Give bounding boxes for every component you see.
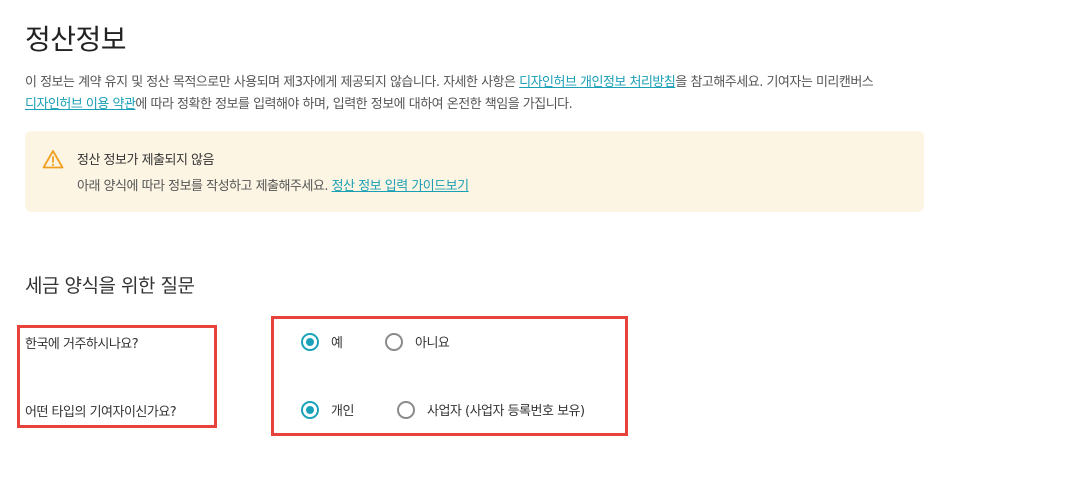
terms-of-use-link[interactable]: 디자인허브 이용 약관 bbox=[25, 97, 136, 112]
page-title: 정산정보 bbox=[25, 23, 127, 56]
settlement-not-submitted-alert: 정산 정보가 제출되지 않음 아래 양식에 따라 정보를 작성하고 제출해주세요… bbox=[25, 131, 924, 212]
privacy-policy-link[interactable]: 디자인허브 개인정보 처리방침 bbox=[519, 75, 676, 90]
highlight-box-answers bbox=[271, 316, 628, 436]
alert-body: 아래 양식에 따라 정보를 작성하고 제출해주세요. 정산 정보 입력 가이드보… bbox=[77, 175, 469, 194]
page-description: 이 정보는 계약 유지 및 정산 목적으로만 사용되며 제3자에게 제공되지 않… bbox=[25, 72, 985, 116]
settlement-guide-link[interactable]: 정산 정보 입력 가이드보기 bbox=[332, 179, 469, 194]
warning-icon bbox=[42, 150, 64, 169]
alert-title: 정산 정보가 제출되지 않음 bbox=[77, 153, 214, 168]
settlement-info-page: 정산정보 이 정보는 계약 유지 및 정산 목적으로만 사용되며 제3자에게 제… bbox=[0, 0, 1068, 479]
tax-section-title: 세금 양식을 위한 질문 bbox=[25, 275, 195, 297]
highlight-box-questions bbox=[17, 325, 217, 428]
alert-body-text: 아래 양식에 따라 정보를 작성하고 제출해주세요. bbox=[77, 179, 332, 194]
description-text-2: 을 참고해주세요. 기여자는 미리캔버스 bbox=[675, 75, 874, 90]
description-text-3: 에 따라 정확한 정보를 입력해야 하며, 입력한 정보에 대하여 온전한 책임… bbox=[135, 97, 573, 112]
description-text-1: 이 정보는 계약 유지 및 정산 목적으로만 사용되며 제3자에게 제공되지 않… bbox=[25, 75, 520, 90]
